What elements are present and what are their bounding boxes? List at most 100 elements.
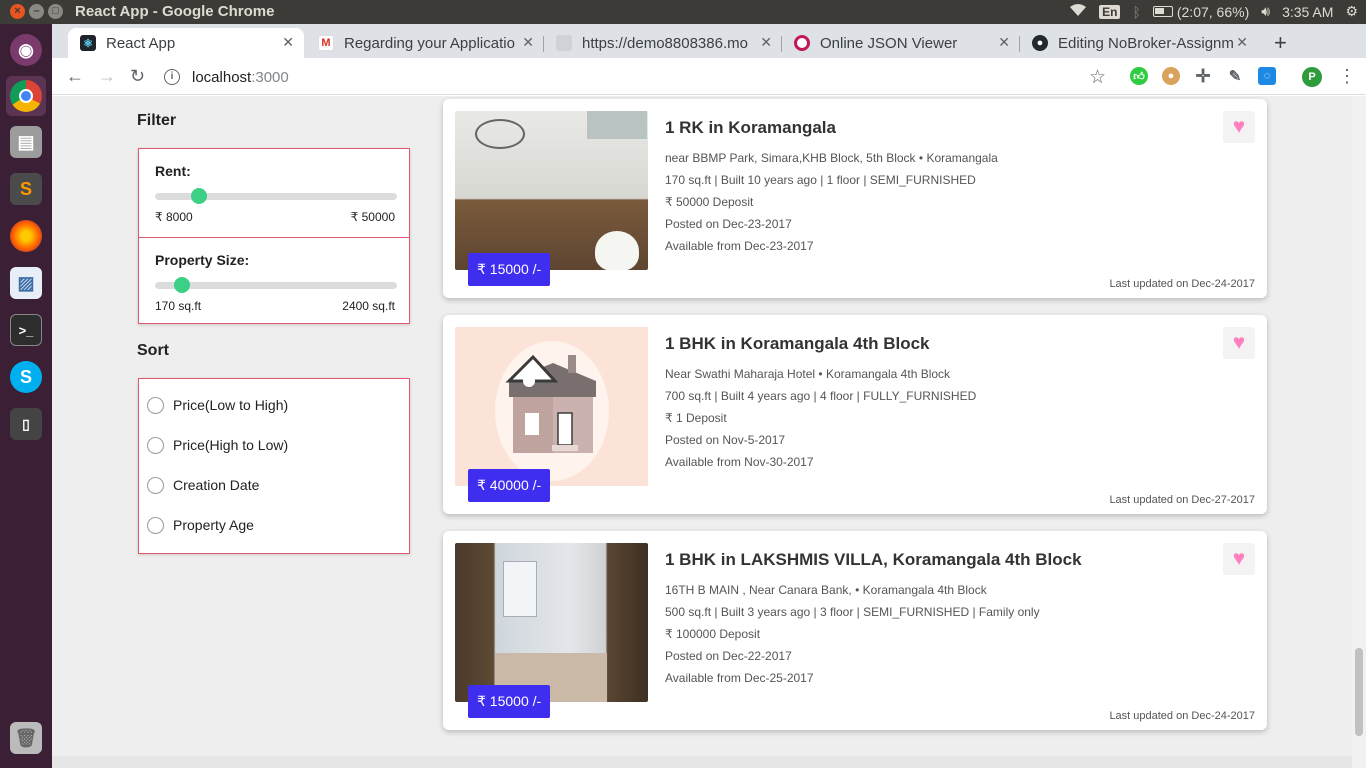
sort-option-label: Price(High to Low): [173, 437, 289, 453]
listing-address: Near Swathi Maharaja Hotel: [665, 367, 816, 381]
listing-card[interactable]: ₹ 40000 /- 1 BHK in Koramangala 4th Bloc…: [443, 315, 1267, 514]
property-photo[interactable]: [455, 327, 648, 486]
launcher-terminal-button[interactable]: >_: [6, 310, 46, 350]
launcher-chrome-button[interactable]: [6, 76, 46, 116]
chrome-icon: [10, 80, 42, 112]
chrome-menu-icon[interactable]: ⋮: [1338, 66, 1356, 87]
sort-option-property-age[interactable]: Property Age: [139, 505, 409, 545]
launcher-trash-button[interactable]: 🗑︎: [6, 718, 46, 758]
battery-icon: [1152, 6, 1173, 17]
close-icon[interactable]: ✕: [282, 34, 294, 51]
listing-address: 16TH B MAIN , Near Canara Bank,: [665, 583, 852, 597]
close-icon[interactable]: ✕: [760, 34, 772, 51]
tab-gmail[interactable]: M Regarding your Applicatio ✕: [306, 28, 544, 58]
launcher-firefox-button[interactable]: [6, 216, 46, 256]
radio-button[interactable]: [147, 436, 164, 454]
url-port: :3000: [251, 68, 289, 86]
heart-icon: ♥: [1232, 547, 1246, 570]
page-icon: [556, 35, 572, 51]
sort-option-creation-date[interactable]: Creation Date: [139, 465, 409, 505]
window-minimize-button[interactable]: –: [29, 4, 44, 19]
extension-cookie-icon[interactable]: ●: [1162, 67, 1180, 85]
sort-option-price-high-low[interactable]: Price(High to Low): [139, 425, 409, 465]
extension-move-icon[interactable]: ✛: [1194, 66, 1212, 86]
radio-button[interactable]: [147, 516, 164, 534]
sublime-text-icon: S: [10, 173, 42, 205]
site-info-icon[interactable]: i: [164, 69, 180, 85]
radio-button[interactable]: [147, 396, 164, 414]
launcher-dash-button[interactable]: ◉: [6, 30, 46, 70]
favorite-heart-button[interactable]: ♥: [1223, 111, 1255, 143]
address-bar[interactable]: i localhost :3000: [164, 64, 1104, 90]
keyboard-layout-indicator[interactable]: En: [1099, 4, 1121, 19]
sort-option-label: Price(Low to High): [173, 397, 289, 413]
scrollbar-thumb[interactable]: [1355, 648, 1363, 736]
window-close-button[interactable]: ×: [10, 4, 25, 19]
rent-slider-handle[interactable]: [190, 188, 207, 204]
listing-available-date: Available from Dec-23-2017: [665, 239, 814, 253]
window-title: React App - Google Chrome: [75, 3, 275, 20]
extension-eyedropper-icon[interactable]: ✎: [1226, 67, 1244, 85]
close-icon[interactable]: ✕: [522, 34, 534, 51]
system-tray: En ᛒ (2:07, 66%) 🔊︎ 3:35 AM ⚙: [1069, 3, 1358, 20]
file-cabinet-icon: ▤: [10, 126, 42, 158]
window-maximize-button[interactable]: □: [48, 4, 63, 19]
listing-available-date: Available from Dec-25-2017: [665, 671, 814, 685]
reload-icon[interactable]: ↻: [130, 66, 145, 87]
sort-option-price-low-high[interactable]: Price(Low to High): [139, 385, 409, 425]
tab-github[interactable]: ● Editing NoBroker-Assignm ✕: [1020, 28, 1258, 58]
battery-indicator[interactable]: (2:07, 66%): [1152, 4, 1249, 20]
close-icon[interactable]: ✕: [998, 34, 1010, 51]
listing-card[interactable]: ₹ 15000 /- 1 BHK in LAKSHMIS VILLA, Kora…: [443, 531, 1267, 730]
bluetooth-icon[interactable]: ᛒ: [1132, 4, 1140, 20]
filter-heading: Filter: [137, 112, 177, 129]
listing-title[interactable]: 1 BHK in Koramangala 4th Block: [665, 334, 930, 354]
favorite-heart-button[interactable]: ♥: [1223, 327, 1255, 359]
property-photo[interactable]: [455, 111, 648, 270]
clock[interactable]: 3:35 AM: [1282, 4, 1333, 20]
forward-arrow-icon[interactable]: →: [98, 66, 116, 87]
extension-blue-icon[interactable]: ◌: [1258, 67, 1276, 85]
size-slider-handle[interactable]: [173, 277, 190, 293]
close-icon[interactable]: ✕: [1236, 34, 1248, 51]
volume-icon[interactable]: 🔊︎: [1261, 3, 1270, 20]
launcher-sublime-button[interactable]: S: [6, 169, 46, 209]
firefox-icon: [10, 220, 42, 252]
launcher-image-viewer-button[interactable]: ▨: [6, 263, 46, 303]
launcher-skype-button[interactable]: S: [6, 357, 46, 397]
house-illustration-icon: [495, 341, 609, 481]
listing-details: 500 sq.ft | Built 3 years ago | 3 floor …: [665, 605, 1040, 619]
favorite-heart-button[interactable]: ♥: [1223, 543, 1255, 575]
size-min-value: 170 sq.ft: [155, 299, 202, 313]
new-tab-button[interactable]: +: [1274, 30, 1287, 56]
rent-slider[interactable]: [155, 188, 397, 204]
listing-address-line: Near Swathi Maharaja Hotel • Koramangala…: [665, 367, 950, 381]
tab-label: https://demo8808386.mo: [582, 34, 748, 52]
listing-title[interactable]: 1 BHK in LAKSHMIS VILLA, Koramangala 4th…: [665, 550, 1082, 570]
extension-thumb-icon[interactable]: 👍︎: [1130, 67, 1148, 85]
vertical-scrollbar[interactable]: [1352, 96, 1366, 768]
tab-react-app[interactable]: ⚛ React App ✕: [68, 28, 304, 58]
back-arrow-icon[interactable]: ←: [66, 66, 84, 87]
profile-avatar[interactable]: P: [1302, 67, 1322, 87]
tab-label: Regarding your Applicatio: [344, 34, 515, 52]
radio-button[interactable]: [147, 476, 164, 494]
bullet-separator: •: [855, 583, 863, 597]
bookmark-star-icon[interactable]: ☆: [1089, 66, 1106, 89]
listing-details: 170 sq.ft | Built 10 years ago | 1 floor…: [665, 173, 976, 187]
gear-icon[interactable]: ⚙: [1345, 3, 1358, 20]
horizontal-scrollbar[interactable]: [52, 756, 1352, 768]
listing-deposit: ₹ 1 Deposit: [665, 411, 727, 425]
listing-title[interactable]: 1 RK in Koramangala: [665, 118, 836, 138]
listing-deposit: ₹ 50000 Deposit: [665, 195, 754, 209]
property-photo[interactable]: [455, 543, 648, 702]
launcher-phone-button[interactable]: ▯: [6, 404, 46, 444]
sort-heading: Sort: [137, 342, 169, 359]
size-slider[interactable]: [155, 277, 397, 293]
tab-json-viewer[interactable]: Online JSON Viewer ✕: [782, 28, 1020, 58]
tab-demo[interactable]: https://demo8808386.mo ✕: [544, 28, 782, 58]
listing-card[interactable]: ₹ 15000 /- 1 RK in Koramangala near BBMP…: [443, 99, 1267, 298]
launcher-files-button[interactable]: ▤: [6, 122, 46, 162]
listing-address-line: 16TH B MAIN , Near Canara Bank, • Korama…: [665, 583, 987, 597]
wifi-icon[interactable]: [1069, 3, 1087, 20]
